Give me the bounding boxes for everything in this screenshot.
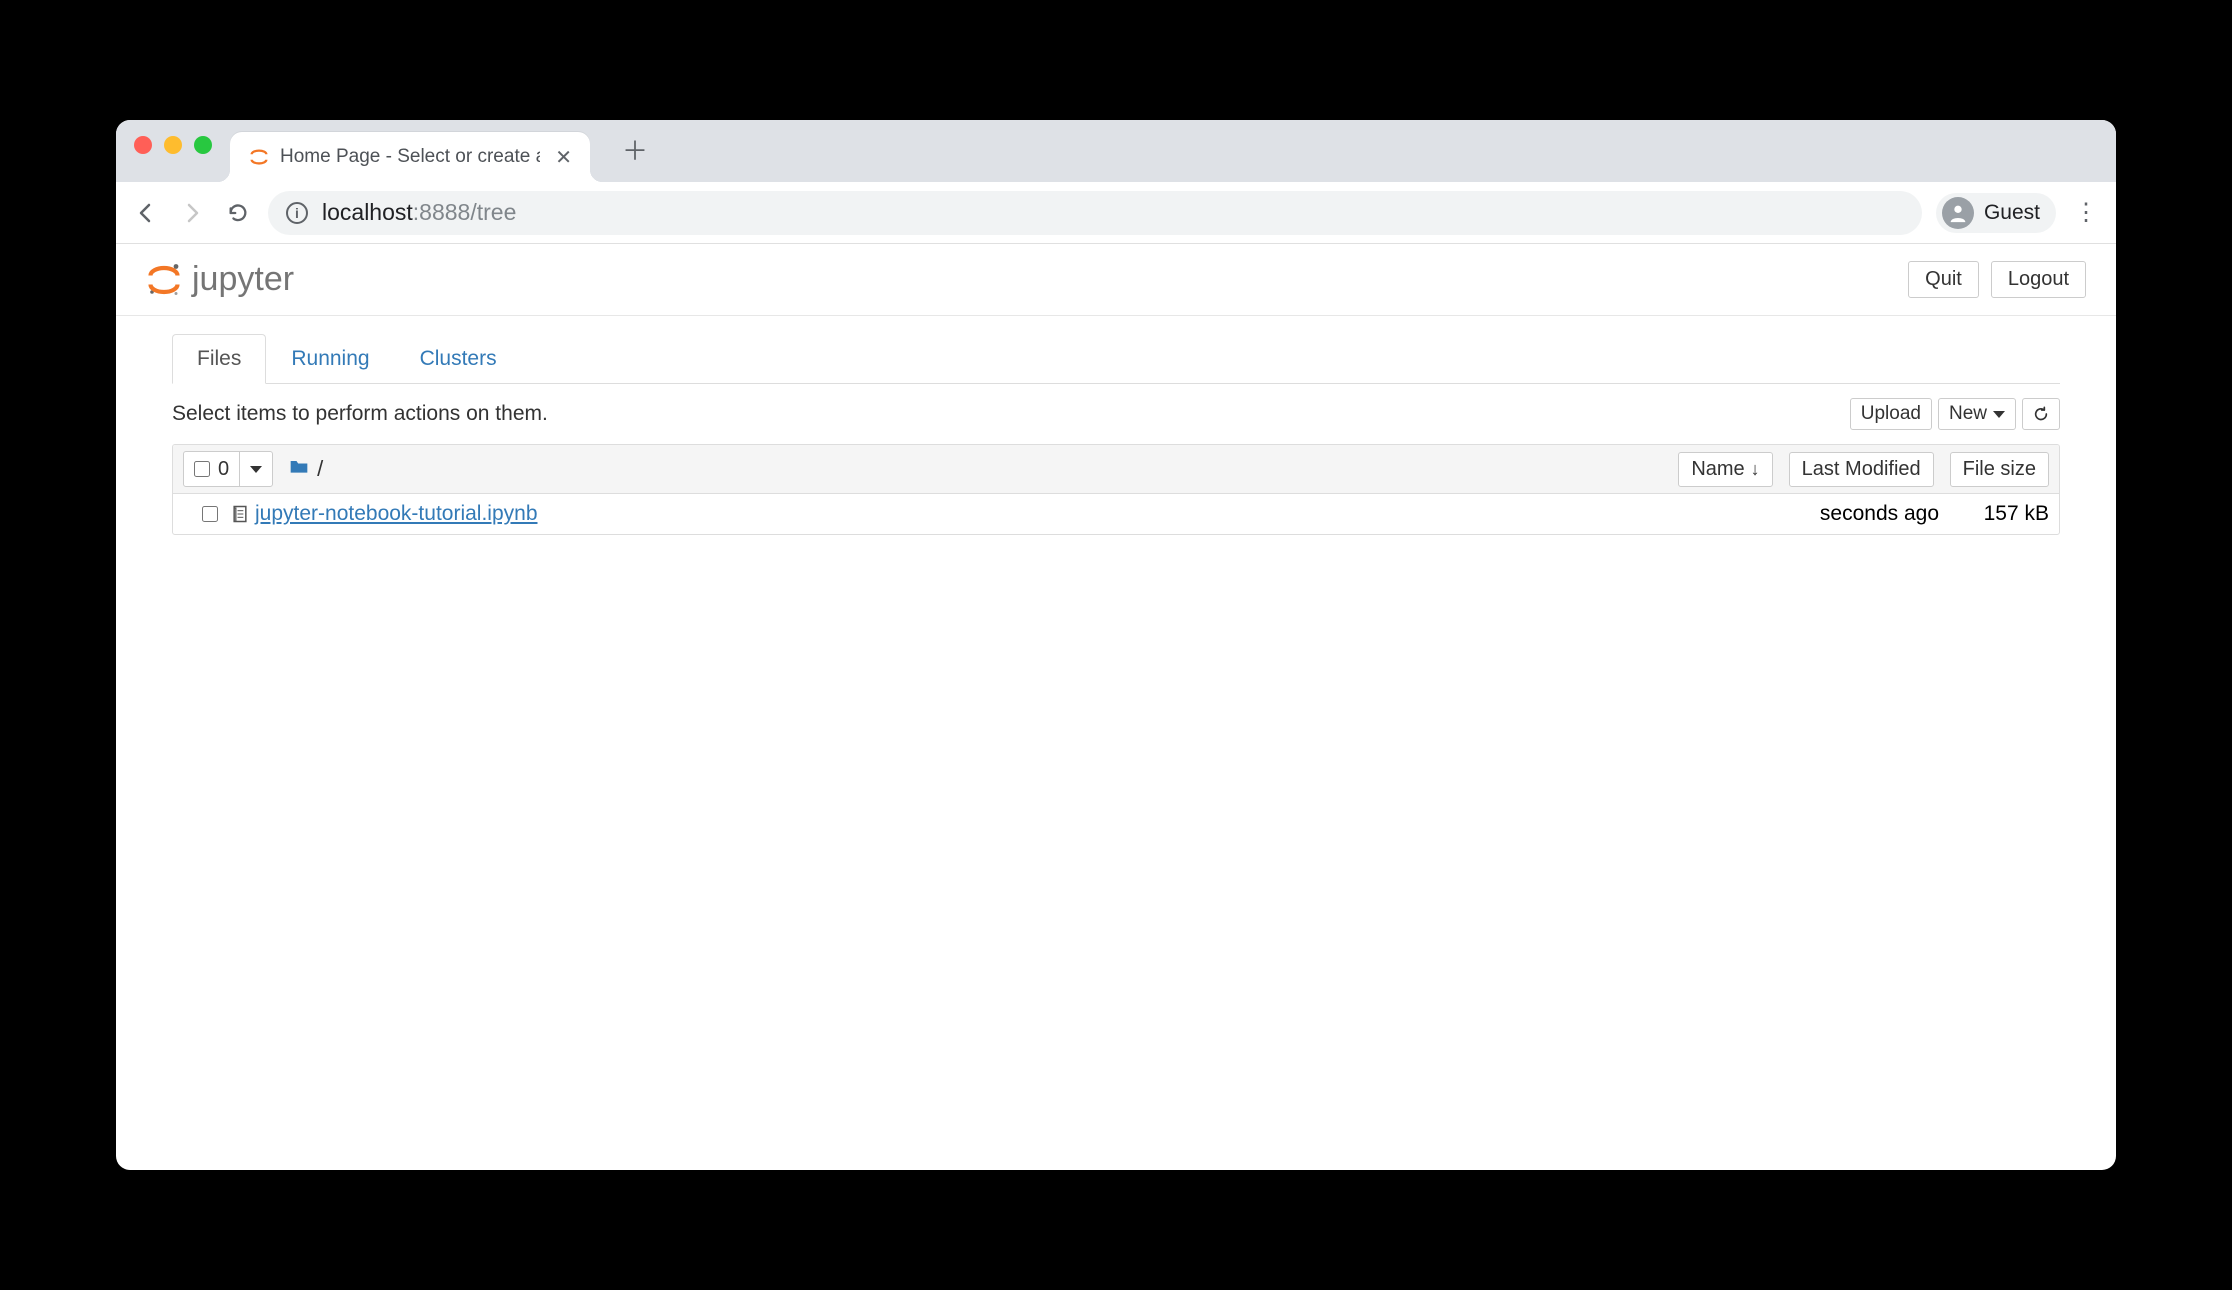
file-listing-header: 0 / Name ↓ Last M bbox=[173, 445, 2059, 494]
file-size: 157 kB bbox=[1939, 502, 2049, 526]
jupyter-logo[interactable]: jupyter bbox=[146, 260, 294, 299]
file-listing-panel: 0 / Name ↓ Last M bbox=[172, 444, 2060, 535]
profile-button[interactable]: Guest bbox=[1936, 193, 2056, 233]
sort-modified-button[interactable]: Last Modified bbox=[1789, 452, 1934, 487]
window-minimize-button[interactable] bbox=[164, 136, 182, 154]
address-bar[interactable]: i localhost:8888/tree bbox=[268, 191, 1922, 235]
browser-tabbar: Home Page - Select or create a n ✕ ＋ bbox=[116, 120, 2116, 182]
selected-count: 0 bbox=[218, 458, 229, 481]
breadcrumb-root[interactable]: / bbox=[317, 456, 323, 482]
back-button[interactable] bbox=[130, 197, 162, 229]
window-close-button[interactable] bbox=[134, 136, 152, 154]
url-text: localhost:8888/tree bbox=[322, 199, 516, 226]
site-info-icon[interactable]: i bbox=[286, 202, 308, 224]
browser-tab-title: Home Page - Select or create a n bbox=[280, 146, 540, 168]
file-modified: seconds ago bbox=[1769, 502, 1939, 526]
tab-clusters[interactable]: Clusters bbox=[395, 334, 522, 384]
url-host: localhost bbox=[322, 199, 413, 225]
breadcrumb: / bbox=[289, 456, 323, 482]
refresh-icon bbox=[2033, 406, 2049, 422]
file-row-checkbox[interactable] bbox=[202, 506, 218, 522]
browser-toolbar: i localhost:8888/tree Guest ⋮ bbox=[116, 182, 2116, 244]
file-row: jupyter-notebook-tutorial.ipynb seconds … bbox=[173, 494, 2059, 534]
folder-icon[interactable] bbox=[289, 457, 309, 481]
sort-size-button[interactable]: File size bbox=[1950, 452, 2049, 487]
url-path: :8888/tree bbox=[413, 199, 517, 225]
new-dropdown-button[interactable]: New bbox=[1938, 398, 2016, 430]
profile-label: Guest bbox=[1984, 201, 2040, 225]
refresh-button[interactable] bbox=[2022, 398, 2060, 430]
new-button-label: New bbox=[1949, 403, 1987, 425]
jupyter-logo-icon bbox=[146, 262, 182, 298]
sort-name-label: Name bbox=[1691, 458, 1744, 481]
logout-button[interactable]: Logout bbox=[1991, 261, 2086, 298]
caret-down-icon bbox=[1993, 411, 2005, 418]
quit-button[interactable]: Quit bbox=[1908, 261, 1979, 298]
instruction-text: Select items to perform actions on them. bbox=[172, 402, 548, 426]
sort-name-button[interactable]: Name ↓ bbox=[1678, 452, 1772, 487]
tab-close-button[interactable]: ✕ bbox=[555, 145, 572, 170]
avatar-icon bbox=[1942, 197, 1974, 229]
new-tab-button[interactable]: ＋ bbox=[614, 128, 656, 170]
jupyter-body: Files Running Clusters Select items to p… bbox=[116, 316, 2116, 555]
caret-down-icon bbox=[250, 466, 262, 473]
reload-button[interactable] bbox=[222, 197, 254, 229]
jupyter-logo-text: jupyter bbox=[192, 260, 294, 299]
action-row: Select items to perform actions on them.… bbox=[172, 398, 2060, 430]
browser-menu-button[interactable]: ⋮ bbox=[2070, 197, 2102, 229]
select-all-dropdown[interactable]: 0 bbox=[183, 451, 273, 487]
upload-button[interactable]: Upload bbox=[1850, 398, 1932, 430]
jupyter-favicon bbox=[248, 146, 270, 168]
main-tabs: Files Running Clusters bbox=[172, 334, 2060, 384]
sort-arrow-down-icon: ↓ bbox=[1751, 459, 1760, 480]
file-name-link[interactable]: jupyter-notebook-tutorial.ipynb bbox=[255, 502, 538, 526]
notebook-icon bbox=[225, 504, 255, 524]
window-controls bbox=[134, 136, 212, 154]
window-maximize-button[interactable] bbox=[194, 136, 212, 154]
browser-tab[interactable]: Home Page - Select or create a n ✕ bbox=[230, 132, 590, 182]
jupyter-header: jupyter Quit Logout bbox=[116, 244, 2116, 316]
tab-files[interactable]: Files bbox=[172, 334, 266, 384]
forward-button[interactable] bbox=[176, 197, 208, 229]
browser-window: Home Page - Select or create a n ✕ ＋ i l… bbox=[116, 120, 2116, 1170]
select-all-checkbox[interactable] bbox=[194, 461, 210, 477]
tab-running[interactable]: Running bbox=[266, 334, 394, 384]
